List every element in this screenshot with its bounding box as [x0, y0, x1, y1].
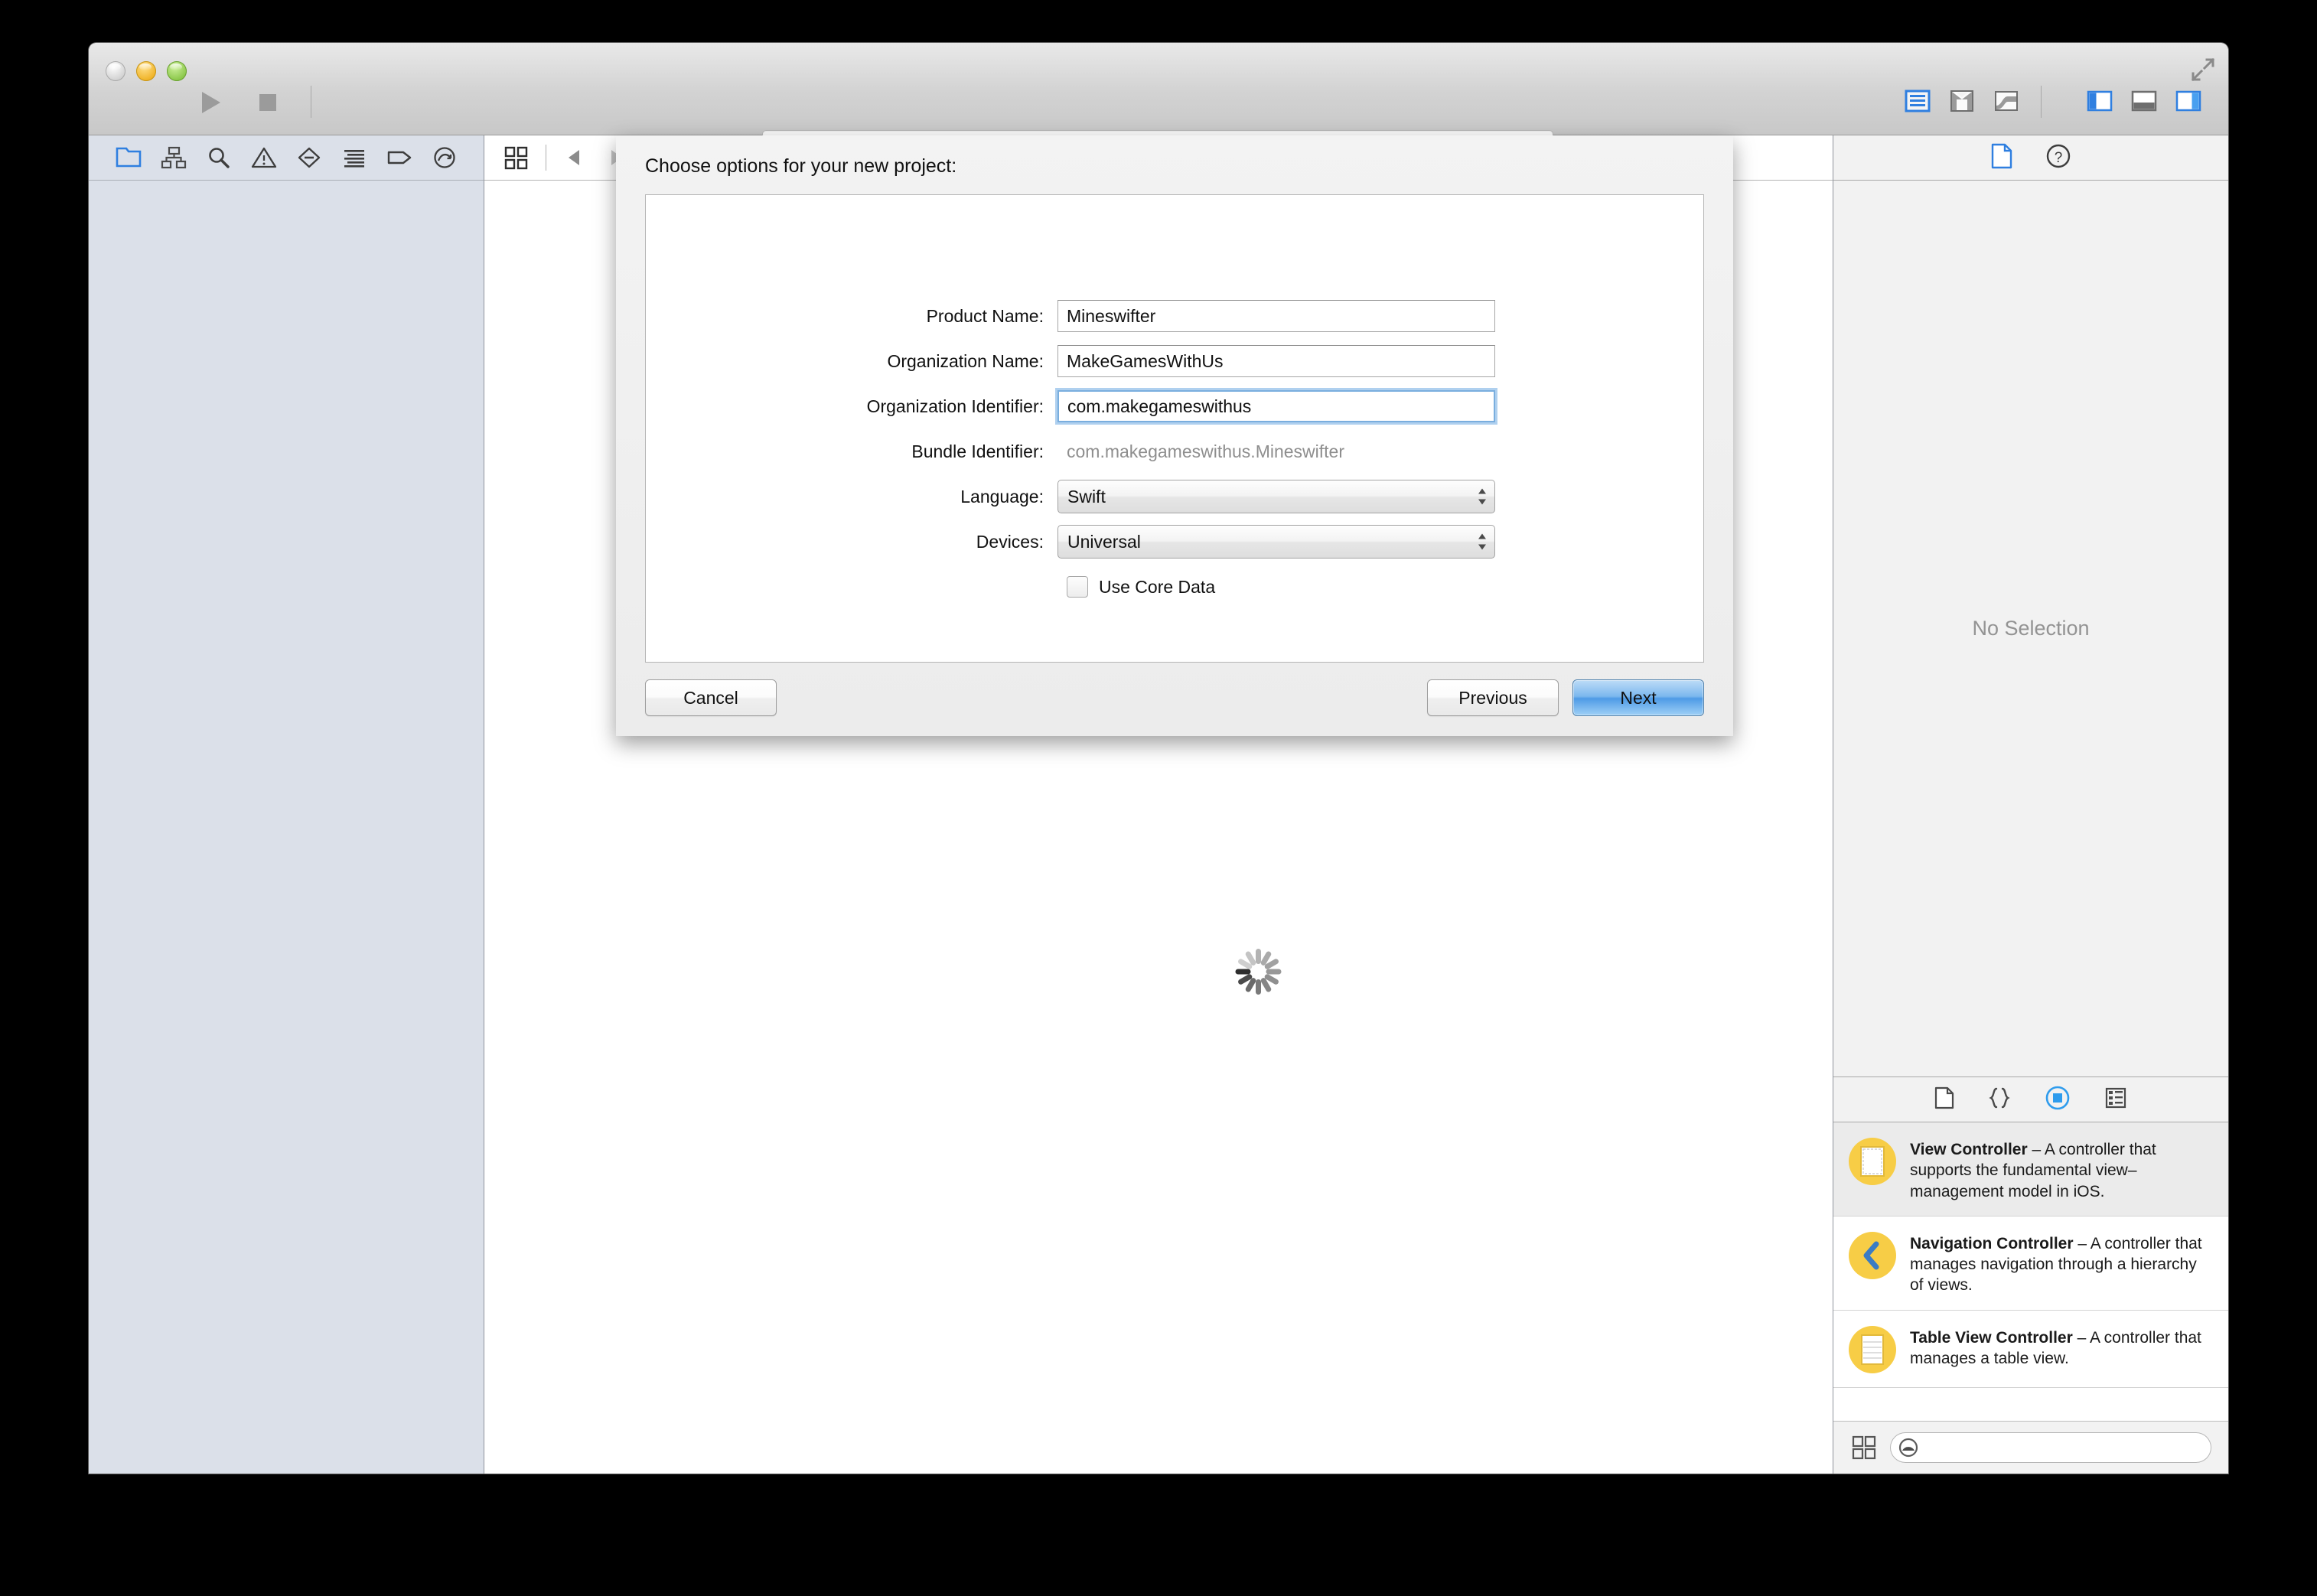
organization-name-label: Organization Name: [887, 350, 1044, 371]
breakpoint-navigator-icon[interactable] [383, 142, 416, 173]
field-row-devices: Devices: Universal [646, 525, 1703, 559]
debug-navigator-icon[interactable] [337, 142, 371, 173]
devices-label: Devices: [976, 531, 1044, 552]
use-core-data-checkbox[interactable] [1067, 576, 1088, 598]
window-body: ? No Selection View Controller – A contr… [89, 135, 2228, 1474]
find-navigator-icon[interactable] [202, 142, 236, 173]
issue-navigator-icon[interactable] [247, 142, 281, 173]
project-options-form: Product Name: Mineswifter Organization N… [646, 299, 1703, 615]
library-tab-bar [1833, 1077, 2228, 1122]
code-snippet-library-icon[interactable] [1988, 1086, 2011, 1113]
project-navigator-icon[interactable] [112, 142, 145, 173]
standard-editor-button[interactable] [1901, 86, 1934, 116]
navigator-content[interactable] [89, 181, 484, 1474]
window-titlebar: Loading [89, 43, 2228, 167]
language-label: Language: [960, 486, 1044, 506]
list-item-title: Table View Controller [1910, 1328, 2073, 1347]
language-select[interactable]: Swift [1057, 480, 1495, 513]
assistant-editor-button[interactable] [1945, 86, 1979, 116]
toggle-utilities-button[interactable] [2172, 86, 2205, 116]
zoom-window-button[interactable] [167, 61, 187, 81]
report-navigator-icon[interactable] [428, 142, 461, 173]
fullscreen-icon[interactable] [2190, 57, 2216, 83]
organization-identifier-label: Organization Identifier: [866, 396, 1044, 416]
product-name-input[interactable]: Mineswifter [1057, 300, 1495, 332]
field-row-bundle-identifier: Bundle Identifier: com.makegameswithus.M… [646, 435, 1703, 468]
minimize-window-button[interactable] [136, 61, 156, 81]
stepper-arrows-icon [1477, 533, 1488, 551]
library-filter-bar [1833, 1421, 2228, 1474]
editor-mode-group [1901, 86, 2023, 116]
navigation-controller-icon [1849, 1231, 1896, 1279]
close-window-button[interactable] [106, 61, 125, 81]
stop-button[interactable] [249, 84, 286, 121]
list-item-title: Navigation Controller [1910, 1234, 2074, 1252]
list-item-text: Table View Controller – A controller tha… [1910, 1324, 2211, 1370]
organization-identifier-input[interactable]: com.makegameswithus [1057, 390, 1495, 422]
new-project-options-sheet: Choose options for your new project: Pro… [616, 135, 1733, 736]
list-item-title: View Controller [1910, 1141, 2028, 1158]
svg-text:?: ? [2055, 150, 2063, 166]
library-filter-input[interactable] [1890, 1432, 2211, 1463]
inspector-body: No Selection [1833, 181, 2228, 1077]
field-row-organization-identifier: Organization Identifier: com.makegameswi… [646, 389, 1703, 423]
view-controller-icon [1849, 1138, 1896, 1185]
inspector-tab-bar: ? [1833, 135, 2228, 181]
list-item-text: View Controller – A controller that supp… [1910, 1136, 2211, 1202]
navigator-tab-bar [89, 135, 484, 181]
sheet-form-box: Product Name: Mineswifter Organization N… [645, 194, 1704, 663]
back-arrow-icon[interactable] [559, 142, 592, 173]
view-toggle-group [2083, 86, 2205, 116]
symbol-navigator-icon[interactable] [157, 142, 191, 173]
run-button[interactable] [191, 84, 228, 121]
sheet-title: Choose options for your new project: [645, 155, 957, 177]
library-view-mode-icon[interactable] [1850, 1434, 1878, 1461]
product-name-label: Product Name: [926, 305, 1044, 326]
object-library-list[interactable]: View Controller – A controller that supp… [1833, 1122, 2228, 1421]
use-core-data-label: Use Core Data [1099, 576, 1216, 597]
navigator-panel [89, 135, 484, 1474]
language-select-value: Swift [1067, 486, 1106, 506]
object-library-icon[interactable] [2045, 1085, 2071, 1115]
utilities-panel: ? No Selection View Controller – A contr… [1833, 135, 2228, 1474]
test-navigator-icon[interactable] [292, 142, 326, 173]
next-button[interactable]: Next [1572, 679, 1704, 716]
no-selection-label: No Selection [1972, 617, 2090, 640]
sheet-button-bar: Cancel Previous Next [645, 679, 1704, 716]
devices-select[interactable]: Universal [1057, 525, 1495, 559]
previous-button[interactable]: Previous [1427, 679, 1559, 716]
file-template-library-icon[interactable] [1934, 1086, 1954, 1113]
version-editor-button[interactable] [1989, 86, 2023, 116]
toggle-navigator-button[interactable] [2083, 86, 2117, 116]
quick-help-inspector-icon[interactable]: ? [2045, 143, 2071, 173]
bundle-identifier-value: com.makegameswithus.Mineswifter [1067, 441, 1345, 461]
related-items-icon[interactable] [500, 142, 533, 173]
field-row-use-core-data: Use Core Data [646, 570, 1703, 604]
organization-name-input[interactable]: MakeGamesWithUs [1057, 345, 1495, 377]
devices-select-value: Universal [1067, 531, 1141, 552]
list-item[interactable]: View Controller – A controller that supp… [1833, 1122, 2228, 1217]
media-library-icon[interactable] [2104, 1086, 2127, 1113]
table-view-controller-icon [1849, 1325, 1896, 1373]
list-item[interactable]: Table View Controller – A controller tha… [1833, 1311, 2228, 1388]
file-inspector-icon[interactable] [1990, 143, 2013, 173]
toolbar-separator-2 [2041, 86, 2042, 118]
field-row-language: Language: Swift [646, 480, 1703, 513]
list-item[interactable]: Navigation Controller – A controller tha… [1833, 1217, 2228, 1311]
filter-icon [1898, 1438, 1918, 1458]
stepper-arrows-icon [1477, 488, 1488, 506]
loading-spinner-icon [1233, 946, 1283, 997]
cancel-button[interactable]: Cancel [645, 679, 777, 716]
toggle-debug-area-button[interactable] [2127, 86, 2161, 116]
field-row-organization-name: Organization Name: MakeGamesWithUs [646, 344, 1703, 378]
field-row-product-name: Product Name: Mineswifter [646, 299, 1703, 333]
list-item-text: Navigation Controller – A controller tha… [1910, 1230, 2211, 1296]
bundle-identifier-label: Bundle Identifier: [911, 441, 1044, 461]
xcode-window: Loading [89, 43, 2228, 1474]
